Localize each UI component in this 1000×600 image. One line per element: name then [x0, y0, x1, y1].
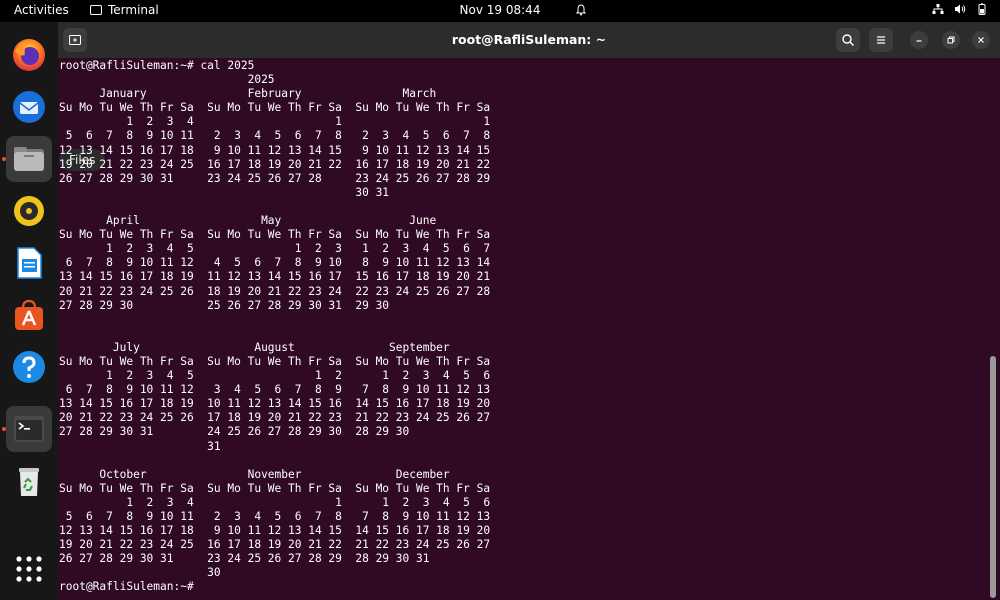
- terminal-line: 1 2 3 4 1 1 2 3 4 5 6: [59, 495, 491, 509]
- terminal-line: 12 13 14 15 16 17 18 9 10 11 12 13 14 15…: [59, 143, 491, 157]
- search-icon: [842, 34, 854, 46]
- search-button[interactable]: [836, 28, 860, 52]
- terminal-line: 13 14 15 16 17 18 19 11 12 13 14 15 16 1…: [59, 270, 491, 284]
- terminal-line: July August September: [59, 340, 450, 354]
- terminal-line: 27 28 29 30 31 24 25 26 27 28 29 30 28 2…: [59, 425, 410, 439]
- terminal-line: Su Mo Tu We Th Fr Sa Su Mo Tu We Th Fr S…: [59, 228, 491, 242]
- terminal-line: 30: [59, 566, 221, 580]
- top-bar: Activities Terminal Nov 19 08:44: [0, 0, 1000, 22]
- app-menu[interactable]: Terminal: [90, 3, 159, 17]
- clock[interactable]: Nov 19 08:44: [460, 3, 541, 17]
- rhythmbox-launcher[interactable]: [6, 188, 52, 234]
- hamburger-menu-button[interactable]: [869, 28, 893, 52]
- terminal-line: Su Mo Tu We Th Fr Sa Su Mo Tu We Th Fr S…: [59, 481, 491, 495]
- firefox-icon: [13, 39, 45, 71]
- notification-bell-icon[interactable]: [576, 4, 586, 16]
- terminal-line: 5 6 7 8 9 10 11 2 3 4 5 6 7 8 2 3 4 5 6 …: [59, 129, 491, 143]
- network-icon: [932, 4, 944, 14]
- terminal-line: October November December: [59, 467, 450, 481]
- trash-icon: [19, 468, 39, 496]
- terminal-line: 1 2 3 4 5 1 2 1 2 3 4 5 6: [59, 369, 491, 383]
- thunderbird-icon: [13, 91, 45, 123]
- show-applications-button[interactable]: [6, 546, 52, 592]
- terminal-line: 13 14 15 16 17 18 19 10 11 12 13 14 15 1…: [59, 397, 491, 411]
- terminal-line: 27 28 29 30 25 26 27 28 29 30 31 29 30: [59, 298, 390, 312]
- terminal-line: 20 21 22 23 24 25 26 17 18 19 20 21 22 2…: [59, 411, 491, 425]
- files-launcher[interactable]: [6, 136, 52, 182]
- terminal-line: 6 7 8 9 10 11 12 3 4 5 6 7 8 9 7 8 9 10 …: [59, 383, 491, 397]
- dock: [0, 22, 58, 600]
- terminal-line: 5 6 7 8 9 10 11 2 3 4 5 6 7 8 7 8 9 10 1…: [59, 510, 491, 523]
- firefox-launcher[interactable]: [6, 32, 52, 78]
- terminal-line: root@RafliSuleman:~#: [59, 580, 201, 594]
- terminal-line: 19 20 21 22 23 24 25 16 17 18 19 20 21 2…: [59, 157, 491, 171]
- terminal-launcher[interactable]: [6, 406, 52, 452]
- software-launcher[interactable]: [6, 292, 52, 338]
- terminal-app-icon: [90, 5, 102, 15]
- activities-button[interactable]: Activities: [14, 3, 69, 17]
- terminal-line: January February March: [59, 87, 437, 101]
- terminal-line: 20 21 22 23 24 25 26 18 19 20 21 22 23 2…: [59, 284, 491, 298]
- software-icon: [15, 299, 43, 330]
- files-icon: [14, 147, 44, 171]
- system-tray[interactable]: [932, 3, 988, 15]
- maximize-button[interactable]: [942, 31, 960, 49]
- terminal-icon: [14, 416, 44, 442]
- terminal-line: Su Mo Tu We Th Fr Sa Su Mo Tu We Th Fr S…: [59, 101, 491, 115]
- battery-icon: [978, 3, 986, 15]
- terminal-line: 31: [59, 439, 221, 453]
- files-running-indicator: [2, 157, 6, 161]
- writer-icon: [17, 247, 42, 279]
- terminal-text: root@RafliSuleman:~# cal 2025 2025 Janua…: [59, 59, 988, 595]
- window-titlebar[interactable]: root@RafliSuleman: ~: [58, 22, 1000, 58]
- terminal-line: 6 7 8 9 10 11 12 4 5 6 7 8 9 10 8 9 10 1…: [59, 256, 491, 270]
- terminal-line: 12 13 14 15 16 17 18 9 10 11 12 13 14 15…: [59, 524, 491, 538]
- terminal-line: 30 31: [59, 185, 390, 199]
- terminal-scrollbar[interactable]: [990, 356, 996, 598]
- rhythmbox-icon: [14, 196, 44, 226]
- help-icon: [13, 351, 45, 383]
- terminal-running-indicator: [2, 427, 6, 431]
- terminal-output[interactable]: root@RafliSuleman:~# cal 2025 2025 Janua…: [58, 58, 988, 600]
- app-menu-label: Terminal: [108, 3, 159, 17]
- writer-launcher[interactable]: [6, 240, 52, 286]
- terminal-line: root@RafliSuleman:~# cal 2025: [59, 59, 255, 72]
- app-grid-icon: [16, 556, 42, 582]
- thunderbird-launcher[interactable]: [6, 84, 52, 130]
- minimize-icon: [916, 40, 922, 42]
- hamburger-menu-icon: [877, 36, 885, 44]
- terminal-line: 26 27 28 29 30 31 23 24 25 26 27 28 23 2…: [59, 171, 491, 185]
- close-icon: [978, 37, 984, 43]
- restore-icon: [947, 36, 955, 44]
- terminal-line: 1 2 3 4 5 1 2 3 1 2 3 4 5 6 7: [59, 242, 491, 256]
- volume-icon: [955, 4, 966, 14]
- close-button[interactable]: [972, 31, 990, 49]
- terminal-line: 2025: [59, 73, 275, 87]
- help-launcher[interactable]: [6, 344, 52, 390]
- terminal-line: April May June: [59, 214, 437, 228]
- terminal-line: 19 20 21 22 23 24 25 16 17 18 19 20 21 2…: [59, 538, 491, 552]
- terminal-line: Su Mo Tu We Th Fr Sa Su Mo Tu We Th Fr S…: [59, 354, 491, 368]
- terminal-line: 26 27 28 29 30 31 23 24 25 26 27 28 29 2…: [59, 552, 430, 566]
- terminal-line: 1 2 3 4 1 1: [59, 115, 491, 129]
- trash-launcher[interactable]: [6, 458, 52, 504]
- minimize-button[interactable]: [910, 31, 928, 49]
